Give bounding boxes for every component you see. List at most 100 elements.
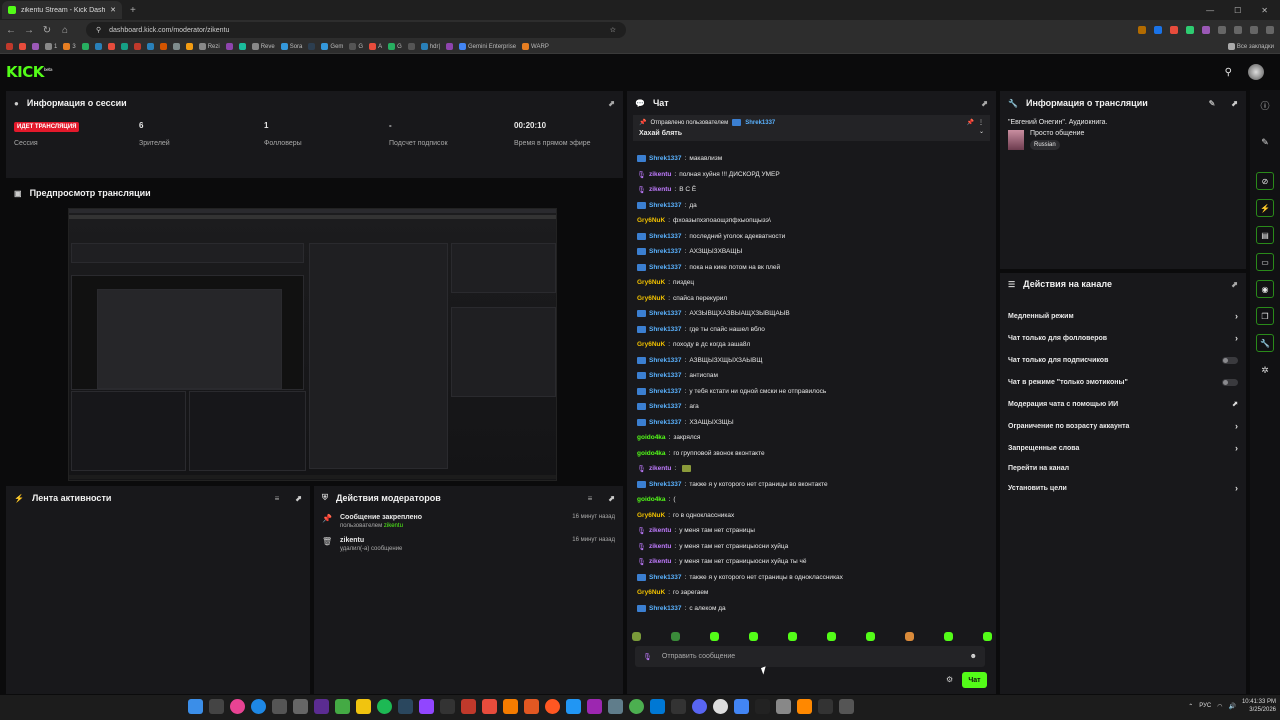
bookmark[interactable]: Sora	[280, 43, 302, 50]
bookmark[interactable]: Rezi	[198, 43, 220, 50]
chat-username[interactable]: Shrek1337	[649, 605, 682, 612]
layers-icon[interactable]: ❐	[1256, 307, 1274, 325]
bookmark[interactable]	[120, 43, 128, 50]
chat-username[interactable]: Shrek1337	[649, 403, 682, 410]
chat-username[interactable]: zikentu	[649, 186, 671, 193]
edit-icon[interactable]: ✎	[1256, 133, 1274, 151]
popout-icon[interactable]: ⬈	[608, 494, 615, 503]
chat-message[interactable]: Shrek1337: где ты спайс нашел вбло	[637, 322, 990, 338]
bookmark[interactable]: Gem	[321, 43, 343, 50]
start-icon[interactable]	[188, 699, 203, 714]
chat-username[interactable]: Gry6NuK	[637, 279, 665, 286]
clock[interactable]: 10:41:33 PM 3/25/2026	[1242, 698, 1276, 714]
emote-icon[interactable]	[671, 631, 680, 641]
chat-message[interactable]: 🎙 zikentu:	[637, 461, 990, 477]
bookmark[interactable]: 3	[63, 43, 76, 50]
app-icon[interactable]	[734, 699, 749, 714]
chat-username[interactable]: Gry6NuK	[637, 589, 665, 596]
chat-input[interactable]: 🎙 Отправить сообщение ☻	[635, 646, 985, 667]
chat-username[interactable]: Shrek1337	[649, 326, 682, 333]
bookmark[interactable]: Reve	[251, 43, 275, 50]
emoji-icon[interactable]: ☻	[970, 653, 977, 660]
info-icon[interactable]: ⓘ	[1256, 96, 1274, 114]
chat-message[interactable]: Shrek1337: ХЗАЩЫХЗЩЫ	[637, 415, 990, 431]
ban-tool-icon[interactable]: ⊘	[1256, 172, 1274, 190]
app-icon[interactable]	[440, 699, 455, 714]
extension-icon[interactable]	[1138, 26, 1146, 34]
bookmark[interactable]: A	[369, 43, 382, 50]
bookmark[interactable]	[446, 43, 454, 50]
bookmark[interactable]: hdr|	[420, 43, 440, 50]
discord-icon[interactable]	[692, 699, 707, 714]
twitch-icon[interactable]	[419, 699, 434, 714]
bookmark[interactable]	[107, 43, 115, 50]
chat-username[interactable]: goido4ka	[637, 496, 666, 503]
bookmark[interactable]	[146, 43, 154, 50]
emote-icon[interactable]	[905, 631, 914, 641]
more-icon[interactable]: ⋮	[978, 119, 984, 126]
back-icon[interactable]: ←	[6, 25, 16, 36]
home-icon[interactable]: ⌂	[60, 25, 70, 36]
tray-icon[interactable]: ⌃	[1188, 703, 1193, 710]
bookmark[interactable]: G	[388, 43, 402, 50]
bookmark[interactable]	[238, 43, 246, 50]
chat-message[interactable]: Gry6NuK: спайса перекурил	[637, 291, 990, 307]
chat-message[interactable]: Gry6NuK: фхоазыпхзпоаощзпфхыопщызэ\	[637, 213, 990, 229]
app-icon[interactable]	[293, 699, 308, 714]
send-chat-button[interactable]: Чат	[962, 672, 987, 688]
extension-icon[interactable]	[1170, 26, 1178, 34]
chat-username[interactable]: Shrek1337	[649, 248, 682, 255]
flash-icon[interactable]: ⚡	[1256, 199, 1274, 217]
chat-username[interactable]: zikentu	[649, 171, 671, 178]
chat-message[interactable]: Shrek1337: ага	[637, 399, 990, 415]
chat-message[interactable]: Shrek1337: да	[637, 198, 990, 214]
app-icon[interactable]	[251, 699, 266, 714]
slow-mode-row[interactable]: Медленный режим ›	[1000, 305, 1246, 327]
chat-message[interactable]: 🎙 zikentu: В С Ё	[637, 182, 990, 198]
emote-icon[interactable]	[749, 631, 758, 641]
chat-message[interactable]: Gry6NuK: походу в дс когда заша8л	[637, 337, 990, 353]
url-field[interactable]: ⚲ dashboard.kick.com/moderator/zikentu ☆	[86, 22, 626, 38]
bookmark[interactable]: G	[349, 43, 363, 50]
chat-username[interactable]: Shrek1337	[649, 310, 682, 317]
new-tab-button[interactable]: +	[130, 5, 136, 16]
app-icon[interactable]	[818, 699, 833, 714]
popout-icon[interactable]: ⬈	[295, 494, 302, 503]
chat-message[interactable]: Shrek1337: последний уголок адекватности	[637, 229, 990, 245]
app-icon[interactable]	[230, 699, 245, 714]
chat-username[interactable]: Gry6NuK	[637, 512, 665, 519]
chat-message[interactable]: Shrek1337: АЗВЩЫЗХЩЫХЗАЫВЩ	[637, 353, 990, 369]
unpin-icon[interactable]: 📌	[967, 119, 974, 126]
chat-username[interactable]: zikentu	[649, 558, 671, 565]
bookmark-star-icon[interactable]: ☆	[610, 26, 616, 34]
chat-username[interactable]: Shrek1337	[649, 233, 682, 240]
app-icon[interactable]	[503, 699, 518, 714]
popout-icon[interactable]: ⬈	[608, 99, 615, 108]
bookmark[interactable]	[159, 43, 167, 50]
browser-tab[interactable]: zikentu Stream - Kick Dashbo ✕	[2, 1, 122, 19]
subscribers-only-toggle[interactable]	[1222, 356, 1238, 364]
chat-username[interactable]: zikentu	[649, 465, 671, 472]
app-icon[interactable]	[671, 699, 686, 714]
bookmark[interactable]	[308, 43, 316, 50]
maximize-icon[interactable]: ☐	[1234, 6, 1241, 15]
bookmark[interactable]	[6, 43, 13, 50]
all-bookmarks-link[interactable]: Все закладки	[1227, 43, 1274, 50]
chat-message[interactable]: 🎙 zikentu: у меня там нет страницыосни хуй…	[637, 554, 990, 570]
go-to-channel-row[interactable]: Перейти на канал	[1000, 459, 1246, 477]
emote-icon[interactable]	[632, 631, 641, 641]
chat-settings-icon[interactable]: ⚙	[946, 675, 953, 684]
steam-icon[interactable]	[398, 699, 413, 714]
chat-username[interactable]: Shrek1337	[649, 419, 682, 426]
app-icon[interactable]	[755, 699, 770, 714]
chat-message[interactable]: 🎙 zikentu: полная хуйня !!! ДИСКОРД УМЕР	[637, 167, 990, 183]
chat-message[interactable]: goido4ka: го групповой звонок вконтакте	[637, 446, 990, 462]
spotify-icon[interactable]	[377, 699, 392, 714]
bookmark[interactable]: 1	[45, 43, 57, 50]
emote-icon[interactable]	[866, 631, 875, 641]
brave-icon[interactable]	[524, 699, 539, 714]
chat-message[interactable]: Shrek1337: АХЗЫВЩХАЗВЫАЩХЗЫВЩАЫВ	[637, 306, 990, 322]
bookmark[interactable]	[81, 43, 89, 50]
banned-words-row[interactable]: Запрещенные слова ›	[1000, 437, 1246, 459]
chat-username[interactable]: Gry6NuK	[637, 295, 665, 302]
